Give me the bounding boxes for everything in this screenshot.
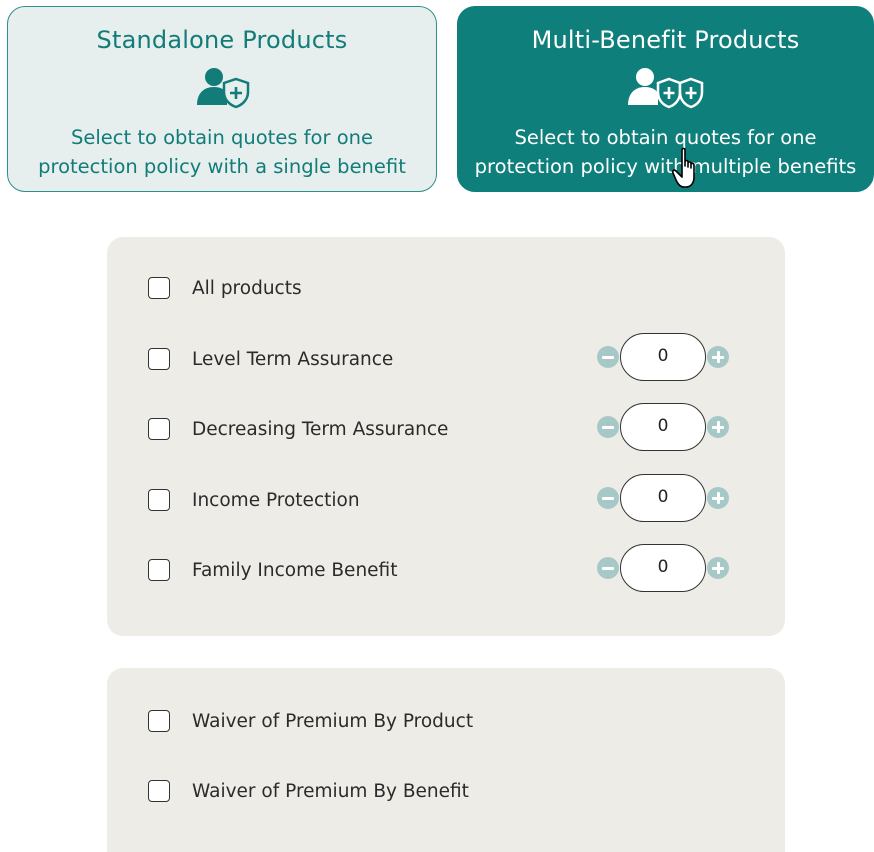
person-shield-icon: [8, 65, 436, 109]
product-row-family-income-benefit: Family Income Benefit: [148, 557, 397, 583]
level-term-assurance-label: Level Term Assurance: [192, 348, 394, 370]
minus-icon: [602, 496, 614, 500]
plus-icon-vertical: [716, 421, 720, 433]
waiver-by-benefit-checkbox[interactable]: [148, 780, 170, 802]
all-products-row: All products: [148, 275, 302, 301]
product-row-income-protection: Income Protection: [148, 487, 360, 513]
waiver-by-benefit-label: Waiver of Premium By Benefit: [192, 780, 469, 802]
waiver-by-product-label: Waiver of Premium By Product: [192, 710, 474, 732]
all-products-label: All products: [192, 277, 302, 299]
minus-icon: [602, 425, 614, 429]
family-income-benefit-checkbox[interactable]: [148, 559, 170, 581]
quantity-value[interactable]: 0: [620, 333, 706, 381]
plus-icon-vertical: [716, 562, 720, 574]
quantity-value[interactable]: 0: [620, 544, 706, 592]
multi-desc-line2: protection policy with multiple benefits: [474, 155, 857, 178]
level-term-assurance-stepper: 0: [597, 333, 729, 381]
decreasing-term-assurance-stepper: 0: [597, 403, 729, 451]
increment-button[interactable]: [707, 346, 729, 368]
increment-button[interactable]: [707, 487, 729, 509]
products-panel: All products Level Term Assurance 0 Decr…: [107, 237, 785, 636]
quantity-value[interactable]: 0: [620, 403, 706, 451]
decrement-button[interactable]: [597, 487, 619, 509]
family-income-benefit-stepper: 0: [597, 544, 729, 592]
multi-desc-line1: Select to obtain quotes for one: [514, 126, 817, 149]
multi-benefit-products-description: Select to obtain quotes for one protecti…: [458, 123, 873, 181]
family-income-benefit-label: Family Income Benefit: [192, 559, 398, 581]
standalone-desc-line1: Select to obtain quotes for one: [71, 126, 373, 149]
income-protection-label: Income Protection: [192, 489, 360, 511]
decrement-button[interactable]: [597, 557, 619, 579]
standalone-desc-line2: protection policy with a single benefit: [38, 155, 406, 178]
all-products-checkbox[interactable]: [148, 277, 170, 299]
decreasing-term-assurance-checkbox[interactable]: [148, 418, 170, 440]
product-row-level-term-assurance: Level Term Assurance: [148, 346, 393, 372]
decreasing-term-assurance-label: Decreasing Term Assurance: [192, 418, 449, 440]
multi-benefit-products-title: Multi-Benefit Products: [531, 26, 800, 54]
multi-benefit-products-tile[interactable]: Multi-Benefit Products Select to obtain …: [457, 6, 874, 192]
standalone-products-tile[interactable]: Standalone Products Select to obtain quo…: [7, 6, 437, 192]
waiver-by-product-checkbox[interactable]: [148, 710, 170, 732]
quantity-value[interactable]: 0: [620, 474, 706, 522]
income-protection-stepper: 0: [597, 474, 729, 522]
decrement-button[interactable]: [597, 346, 619, 368]
plus-icon-vertical: [716, 492, 720, 504]
increment-button[interactable]: [707, 557, 729, 579]
waiver-row-by-product: Waiver of Premium By Product: [148, 708, 473, 734]
minus-icon: [602, 566, 614, 570]
hand-cursor-icon: [671, 147, 695, 188]
product-row-decreasing-term-assurance: Decreasing Term Assurance: [148, 416, 448, 442]
income-protection-checkbox[interactable]: [148, 489, 170, 511]
level-term-assurance-checkbox[interactable]: [148, 348, 170, 370]
standalone-products-description: Select to obtain quotes for one protecti…: [8, 123, 436, 181]
minus-icon: [602, 355, 614, 359]
waiver-row-by-benefit: Waiver of Premium By Benefit: [148, 778, 469, 804]
decrement-button[interactable]: [597, 416, 619, 438]
waiver-panel: Waiver of Premium By Product Waiver of P…: [107, 668, 785, 852]
plus-icon-vertical: [716, 351, 720, 363]
quote-type-page: Standalone Products Select to obtain quo…: [0, 0, 874, 852]
standalone-products-title: Standalone Products: [96, 26, 348, 54]
person-double-shield-icon: [458, 65, 873, 109]
increment-button[interactable]: [707, 416, 729, 438]
